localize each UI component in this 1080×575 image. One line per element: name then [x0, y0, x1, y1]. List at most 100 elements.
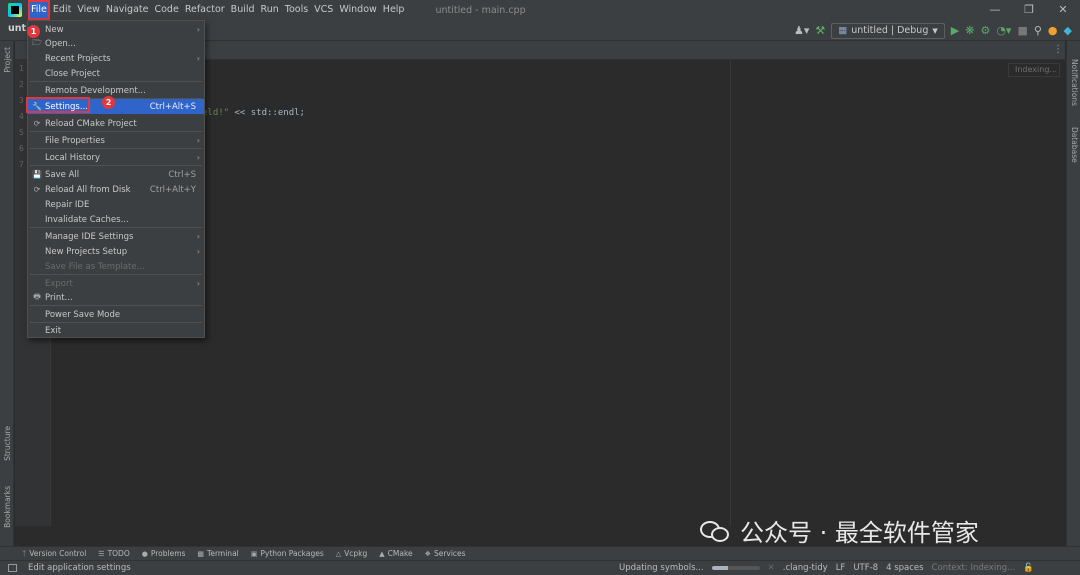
build-hammer-icon[interactable]: ⚒ — [815, 21, 825, 40]
tool-tab-label: Version Control — [29, 549, 87, 558]
plugin-logo-icon[interactable]: ◆ — [1064, 21, 1072, 40]
menu-separator — [30, 305, 202, 306]
menu-help[interactable]: Help — [380, 0, 408, 20]
context-widget[interactable]: Context: Indexing... — [932, 563, 1016, 573]
left-tool-strip: Project Structure Bookmarks — [0, 41, 14, 546]
problems-icon: ● — [141, 549, 148, 558]
submenu-arrow-icon: › — [196, 232, 200, 241]
python-packages-tab[interactable]: ▣ Python Packages — [251, 549, 324, 558]
indent-widget[interactable]: 4 spaces — [886, 563, 923, 573]
user-icon[interactable]: ♟▾ — [794, 21, 809, 40]
clang-tidy-widget[interactable]: .clang-tidy — [783, 563, 828, 573]
menu-refactor[interactable]: Refactor — [182, 0, 228, 20]
bookmarks-tool-tab[interactable]: Bookmarks — [3, 486, 12, 528]
menu-item-open[interactable]: 🗁 Open... — [28, 36, 204, 51]
menu-window[interactable]: Window — [336, 0, 379, 20]
terminal-tab[interactable]: ▩ Terminal — [197, 549, 238, 558]
menu-item-manage-ide-settings[interactable]: Manage IDE Settings › — [28, 229, 204, 244]
menu-view[interactable]: View — [74, 0, 103, 20]
menu-edit[interactable]: Edit — [50, 0, 74, 20]
notifications-tool-tab[interactable]: Notifications — [1070, 59, 1079, 106]
run-toolbar: ♟▾ ⚒ ▦ untitled | Debug ▼ ▶ ❋ ⚙ ◔▾ ■ ⚲ ●… — [794, 21, 1080, 40]
menu-vcs[interactable]: VCS — [311, 0, 336, 20]
services-tab[interactable]: ❖ Services — [425, 549, 466, 558]
menu-item-repair-ide[interactable]: Repair IDE — [28, 197, 204, 212]
search-everywhere-icon[interactable]: ⚲ — [1034, 21, 1042, 40]
more-options-icon[interactable]: ⋮ — [1053, 44, 1063, 55]
project-tool-tab[interactable]: Project — [3, 47, 12, 73]
folder-icon: 🗁 — [32, 37, 42, 47]
tool-tab-label: Terminal — [207, 549, 239, 558]
close-button[interactable]: ✕ — [1046, 0, 1080, 20]
coverage-icon[interactable]: ⚙ — [980, 21, 990, 40]
menu-item-file-properties[interactable]: File Properties › — [28, 133, 204, 148]
menu-item-exit[interactable]: Exit — [28, 323, 204, 338]
menu-item-save-all[interactable]: 💾 Save All Ctrl+S — [28, 167, 204, 182]
debug-icon[interactable]: ❋ — [965, 21, 974, 40]
menu-item-shortcut: Ctrl+Alt+Y — [149, 184, 196, 195]
chevron-down-icon: ▼ — [932, 26, 938, 35]
step-badge-2: 2 — [102, 96, 115, 109]
restore-button[interactable]: ❐ — [1012, 0, 1046, 20]
menu-run[interactable]: Run — [258, 0, 282, 20]
menu-build[interactable]: Build — [228, 0, 258, 20]
step-badge-1: 1 — [27, 25, 40, 38]
status-bar: Edit application settings Updating symbo… — [0, 560, 1080, 575]
line-separator-widget[interactable]: LF — [836, 563, 846, 573]
settings-highlight-box — [26, 97, 90, 113]
menu-code[interactable]: Code — [151, 0, 181, 20]
database-tool-tab[interactable]: Database — [1070, 127, 1079, 163]
menu-item-new[interactable]: New › — [28, 22, 204, 37]
wechat-watermark: 公众号 · 最全软件管家 — [700, 513, 979, 548]
tool-tab-label: Services — [433, 549, 466, 558]
problems-tab[interactable]: ● Problems — [142, 549, 186, 558]
menu-item-recent-projects[interactable]: Recent Projects › — [28, 51, 204, 66]
submenu-arrow-icon: › — [196, 153, 200, 162]
clion-logo-icon — [8, 3, 22, 17]
menu-separator — [30, 227, 202, 228]
menu-item-local-history[interactable]: Local History › — [28, 150, 204, 165]
profile-icon[interactable]: ◔▾ — [996, 21, 1011, 40]
ide-update-icon[interactable]: ● — [1048, 21, 1058, 40]
menu-file[interactable]: File — [28, 0, 50, 20]
submenu-arrow-icon: › — [196, 247, 200, 256]
file-menu-dropdown: New › 🗁 Open... Recent Projects › Close … — [27, 20, 205, 338]
menu-item-reload-cmake-project[interactable]: ⟳ Reload CMake Project — [28, 116, 204, 131]
line-number: 1 — [19, 64, 24, 73]
menu-item-new-projects-setup[interactable]: New Projects Setup › — [28, 244, 204, 259]
submenu-arrow-icon: › — [196, 279, 200, 288]
menu-item-label: Repair IDE — [45, 199, 90, 210]
right-margin-guide — [730, 60, 731, 526]
menu-item-shortcut: Ctrl+Alt+S — [149, 101, 196, 112]
menu-item-power-save-mode[interactable]: Power Save Mode — [28, 307, 204, 322]
right-tool-strip: Notifications Database — [1066, 41, 1080, 546]
toggle-tool-windows-icon[interactable] — [8, 564, 17, 572]
menu-tools[interactable]: Tools — [282, 0, 311, 20]
menu-item-close-project[interactable]: Close Project — [28, 66, 204, 81]
minimize-button[interactable]: — — [978, 0, 1012, 20]
background-task-label[interactable]: Updating symbols... — [619, 563, 704, 573]
terminal-icon: ▩ — [197, 549, 205, 558]
menu-item-label: Reload All from Disk — [45, 184, 131, 195]
menu-item-invalidate-caches[interactable]: Invalidate Caches... — [28, 212, 204, 227]
cmake-tab[interactable]: ▲ CMake — [379, 549, 412, 558]
menu-item-label: Open... — [45, 38, 76, 49]
run-icon[interactable]: ▶ — [951, 21, 959, 40]
menu-item-remote-development[interactable]: Remote Development... — [28, 83, 204, 98]
version-control-tab[interactable]: ᛉ Version Control — [22, 549, 86, 558]
run-configuration-select[interactable]: ▦ untitled | Debug ▼ — [831, 22, 945, 39]
menu-navigate[interactable]: Navigate — [103, 0, 152, 20]
menu-item-reload-all-from-disk[interactable]: ⟳ Reload All from Disk Ctrl+Alt+Y — [28, 182, 204, 197]
encoding-widget[interactable]: UTF-8 — [853, 563, 878, 573]
menu-item-export: Export › — [28, 276, 204, 291]
progress-cancel-icon[interactable]: ✕ — [768, 563, 775, 573]
menu-item-print[interactable]: 🖶 Print... — [28, 290, 204, 305]
todo-tab[interactable]: ☰ TODO — [98, 549, 129, 558]
lock-icon[interactable]: 🔓 — [1023, 563, 1034, 573]
code-string: eld!" — [202, 108, 230, 118]
tool-tab-label: TODO — [107, 549, 130, 558]
vcpkg-tab[interactable]: △ Vcpkg — [336, 549, 368, 558]
structure-tool-tab[interactable]: Structure — [3, 426, 12, 461]
stop-icon[interactable]: ■ — [1017, 21, 1027, 40]
menu-item-label: Save File as Template... — [45, 261, 145, 272]
